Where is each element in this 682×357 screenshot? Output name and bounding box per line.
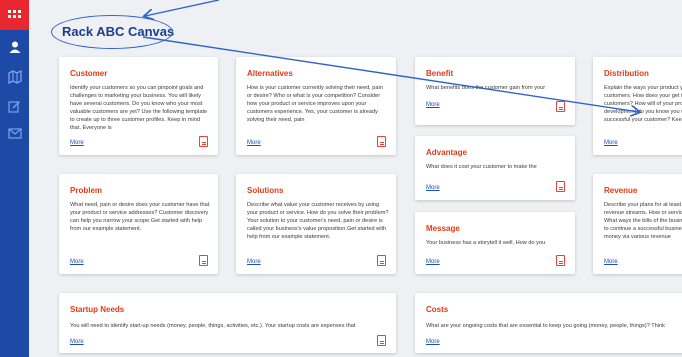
pdf-icon[interactable] [556,101,565,112]
more-link[interactable]: More [426,185,440,191]
pdf-icon[interactable] [556,255,565,266]
card-description: What need, pain or desire does your cust… [70,202,210,232]
card-title: Costs [426,305,449,314]
more-link[interactable]: More [426,259,440,265]
sidebar [0,0,29,357]
more-link[interactable]: More [70,259,84,265]
card-alternatives: Alternatives How is your customer curren… [236,57,396,155]
card-title: Startup Needs [70,305,125,314]
card-title: Alternatives [247,69,293,78]
card-description: Identify your customers so you can pinpo… [70,85,208,131]
card-title: Benefit [426,69,454,78]
more-link[interactable]: More [247,140,261,146]
card-description: What benefits does the customer gain fro… [426,85,546,91]
card-description: Describe what value your customer receiv… [247,202,389,240]
pdf-icon[interactable] [199,255,208,266]
user-icon [9,41,20,53]
more-link[interactable]: More [70,339,84,345]
card-customer: Customer Identify your customers so you … [59,57,218,155]
card-title: Revenue [604,186,638,195]
pdf-icon[interactable] [556,181,565,192]
pdf-icon[interactable] [377,335,386,346]
card-description: What are your ongoing costs that are ess… [426,323,665,329]
card-title: Customer [70,69,108,78]
card-description: Explain the ways your product your custo… [604,85,682,123]
card-description: Your business has a storytell it well. H… [426,240,546,246]
card-title: Problem [70,186,103,195]
card-title: Distribution [604,69,649,78]
pdf-icon[interactable] [377,136,386,147]
card-description: What does it cost your customer to make … [426,164,537,170]
pdf-icon[interactable] [377,255,386,266]
edit-icon [8,100,20,113]
sidebar-item-user[interactable] [0,36,29,58]
more-link[interactable]: More [604,259,618,265]
more-link[interactable]: More [247,259,261,265]
card-startup-needs: Startup Needs You will need to identify … [59,293,396,353]
annotation-arrow-title [145,0,220,16]
card-solutions: Solutions Describe what value your custo… [236,174,396,274]
menu-button[interactable] [0,0,29,30]
card-advantage: Advantage What does it cost your custome… [415,136,575,200]
card-title: Solutions [247,186,284,195]
mail-icon [7,127,22,139]
card-revenue: Revenue Describe your plans for at least… [593,174,682,274]
annotation-oval [51,15,173,49]
main-content: Rack ABC Canvas Customer Identify your c… [29,0,682,357]
card-distribution: Distribution Explain the ways your produ… [593,57,682,155]
card-title: Advantage [426,148,467,157]
card-description: You will need to identify start-up needs… [70,323,356,329]
more-link[interactable]: More [604,140,618,146]
card-description: How is your customer currently solving t… [247,85,383,123]
card-message: Message Your business has a storytell it… [415,212,575,274]
pdf-icon[interactable] [199,136,208,147]
card-description: Describe your plans for at least expecte… [604,202,682,240]
sidebar-item-map[interactable] [0,66,29,88]
sidebar-item-mail[interactable] [0,122,29,144]
card-benefit: Benefit What benefits does the customer … [415,57,575,125]
more-link[interactable]: More [70,140,84,146]
card-title: Message [426,224,460,233]
map-icon [7,70,22,84]
more-link[interactable]: More [426,339,440,345]
sidebar-item-edit[interactable] [0,95,29,117]
card-costs: Costs What are your ongoing costs that a… [415,293,682,353]
card-problem: Problem What need, pain or desire does y… [59,174,218,274]
more-link[interactable]: More [426,102,440,108]
grid-icon [8,9,21,18]
